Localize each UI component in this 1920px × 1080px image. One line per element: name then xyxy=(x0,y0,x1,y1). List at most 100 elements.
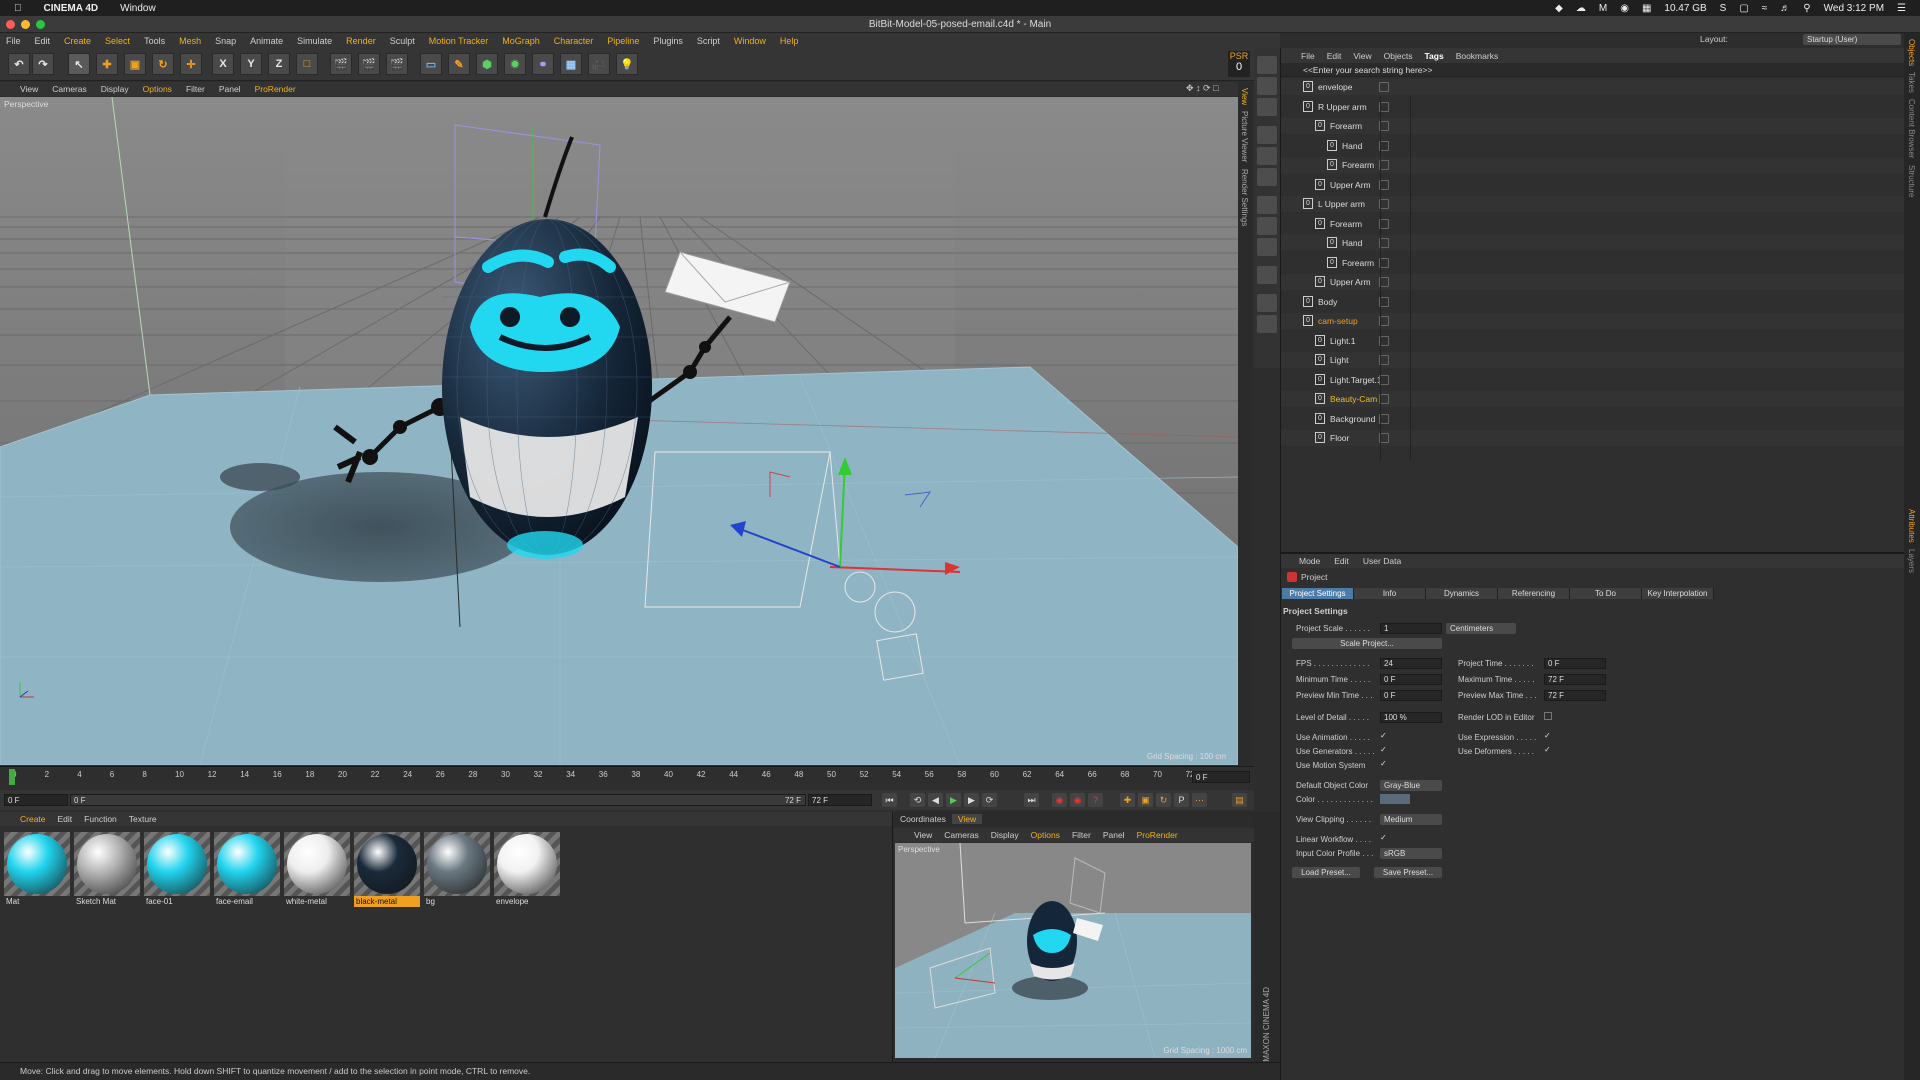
attr-tab-referencing[interactable]: Referencing xyxy=(1498,588,1570,599)
use-motion-checkbox[interactable]: ✓ xyxy=(1380,760,1388,768)
attr-tab-key-interpolation[interactable]: Key Interpolation xyxy=(1642,588,1714,599)
project-time-input[interactable]: 0 F xyxy=(1544,658,1606,669)
wifi-icon[interactable]: ≈ xyxy=(1762,3,1768,14)
menu-select[interactable]: Select xyxy=(105,36,130,46)
scale-project-button[interactable]: Scale Project... xyxy=(1292,638,1442,649)
menu-cameras[interactable]: Cameras xyxy=(52,84,86,94)
object-row[interactable]: 0 Background xyxy=(1281,411,1905,427)
object-row[interactable]: 0 Forearm xyxy=(1281,118,1905,134)
floor-icon[interactable]: ▦ xyxy=(560,53,582,75)
edges-mode-icon[interactable] xyxy=(1257,147,1277,165)
minimize-window-button[interactable] xyxy=(21,20,30,29)
tab-coordinates[interactable]: Coordinates xyxy=(894,814,952,824)
zoom-window-button[interactable] xyxy=(36,20,45,29)
spotlight-icon[interactable]: ⚲ xyxy=(1803,3,1810,14)
material-menu-edit[interactable]: Edit xyxy=(58,814,73,824)
deformer-icon[interactable]: ⚭ xyxy=(532,53,554,75)
side-tab-render-settings[interactable]: Render Settings xyxy=(1238,169,1249,226)
tab-view[interactable]: View xyxy=(951,814,983,824)
material-swatch[interactable]: black-metal xyxy=(354,832,420,910)
material-swatch[interactable]: bg xyxy=(424,832,490,910)
menu-create[interactable]: Create xyxy=(64,36,91,46)
use-animation-checkbox[interactable]: ✓ xyxy=(1380,732,1388,740)
menu-panel[interactable]: Panel xyxy=(219,84,241,94)
z-axis-lock-button[interactable]: Z xyxy=(268,53,290,75)
next-frame-button[interactable]: ▶ xyxy=(964,793,979,807)
menu-plugins[interactable]: Plugins xyxy=(653,36,683,46)
use-generators-checkbox[interactable]: ✓ xyxy=(1380,746,1388,754)
object-row[interactable]: 0 Upper Arm xyxy=(1281,177,1905,193)
key-rotation-icon[interactable]: ↻ xyxy=(1156,793,1171,807)
object-row[interactable]: 0 L Upper arm xyxy=(1281,196,1905,212)
menu-panel[interactable]: Panel xyxy=(1103,830,1125,840)
material-swatch[interactable]: face-email xyxy=(214,832,280,910)
main-viewport[interactable]: Perspective Grid Spacing : 100 cm xyxy=(0,97,1238,765)
current-frame-field[interactable]: 0 F xyxy=(1192,771,1250,783)
object-row[interactable]: 0 Forearm xyxy=(1281,157,1905,173)
om-menu-edit[interactable]: Edit xyxy=(1327,51,1342,61)
camera-viewer[interactable]: Perspective Grid Spacing : 1000 cm xyxy=(895,843,1251,1058)
menu-sculpt[interactable]: Sculpt xyxy=(390,36,415,46)
dropbox-icon[interactable]: ◆ xyxy=(1555,3,1563,14)
menu-options[interactable]: Options xyxy=(143,84,172,94)
material-swatch[interactable]: white-metal xyxy=(284,832,350,910)
object-row[interactable]: 0 Body xyxy=(1281,294,1905,310)
material-swatch[interactable]: envelope xyxy=(494,832,560,910)
render-settings-icon[interactable]: 🎬 xyxy=(386,53,408,75)
load-preset-button[interactable]: Load Preset... xyxy=(1292,867,1360,878)
min-time-input[interactable]: 0 F xyxy=(1380,674,1442,685)
project-scale-unit-dropdown[interactable]: Centimeters xyxy=(1446,623,1516,634)
menu-display[interactable]: Display xyxy=(101,84,129,94)
menu-edit[interactable]: Edit xyxy=(35,36,51,46)
scale-tool-icon[interactable]: ▣ xyxy=(124,53,146,75)
menu-options[interactable]: Options xyxy=(1031,830,1060,840)
menu-filter[interactable]: Filter xyxy=(186,84,205,94)
side-tab-view[interactable]: View xyxy=(1238,88,1249,105)
eye-icon[interactable]: ◉ xyxy=(1620,3,1629,14)
play-button[interactable]: ▶ xyxy=(946,793,961,807)
key-parameter-icon[interactable]: P xyxy=(1174,793,1189,807)
timeline-ruler[interactable]: 0246810121416182022242628303234363840424… xyxy=(0,766,1254,789)
menu-filter[interactable]: Filter xyxy=(1072,830,1091,840)
start-frame-field[interactable]: 0 F xyxy=(4,794,68,806)
mac-window-menu[interactable]: Window xyxy=(120,3,156,14)
use-expression-checkbox[interactable]: ✓ xyxy=(1544,732,1552,740)
om-menu-tags[interactable]: Tags xyxy=(1424,51,1443,61)
material-menu-texture[interactable]: Texture xyxy=(129,814,157,824)
attr-tab-dynamics[interactable]: Dynamics xyxy=(1426,588,1498,599)
notification-icon[interactable]: ☰ xyxy=(1897,3,1906,14)
dock-tab-content-browser[interactable]: Content Browser xyxy=(1907,99,1916,159)
camera-icon[interactable]: 🎥 xyxy=(588,53,610,75)
cube-primitive-icon[interactable]: ▭ xyxy=(420,53,442,75)
render-view-icon[interactable]: 🎬 xyxy=(330,53,352,75)
object-row[interactable]: 0 R Upper arm xyxy=(1281,99,1905,115)
prev-key-button[interactable]: ⟲ xyxy=(910,793,925,807)
menu-mesh[interactable]: Mesh xyxy=(179,36,201,46)
volume-icon[interactable]: ♬ xyxy=(1780,3,1790,14)
app-name[interactable]: CINEMA 4D xyxy=(44,3,99,14)
clock[interactable]: Wed 3:12 PM xyxy=(1824,3,1884,14)
playhead[interactable] xyxy=(9,769,15,785)
object-row[interactable]: 0 Hand xyxy=(1281,138,1905,154)
object-row[interactable]: 0 Forearm xyxy=(1281,255,1905,271)
coordinate-system-icon[interactable]: □ xyxy=(296,53,318,75)
menu-view[interactable]: View xyxy=(20,84,38,94)
object-row[interactable]: 0 Light xyxy=(1281,352,1905,368)
obj-color-dropdown[interactable]: Gray-Blue xyxy=(1380,780,1442,791)
key-position-icon[interactable]: ✚ xyxy=(1120,793,1135,807)
material-menu-function[interactable]: Function xyxy=(84,814,117,824)
menu-render[interactable]: Render xyxy=(346,36,376,46)
battery-icon[interactable]: ▢ xyxy=(1739,3,1748,14)
light-icon[interactable]: 💡 xyxy=(616,53,638,75)
project-scale-input[interactable]: 1 xyxy=(1380,623,1442,634)
max-time-input[interactable]: 72 F xyxy=(1544,674,1606,685)
dock-tab-objects[interactable]: Objects xyxy=(1907,39,1916,66)
menu-animate[interactable]: Animate xyxy=(250,36,283,46)
object-row[interactable]: 0 cam-setup xyxy=(1281,313,1905,329)
menu-script[interactable]: Script xyxy=(697,36,720,46)
material-menu-create[interactable]: Create xyxy=(20,814,46,824)
dock-tab-takes[interactable]: Takes xyxy=(1907,72,1916,93)
attr-menu-edit[interactable]: Edit xyxy=(1334,556,1349,566)
transform-tool-icon[interactable]: ✛ xyxy=(180,53,202,75)
object-row[interactable]: 0 Upper Arm xyxy=(1281,274,1905,290)
